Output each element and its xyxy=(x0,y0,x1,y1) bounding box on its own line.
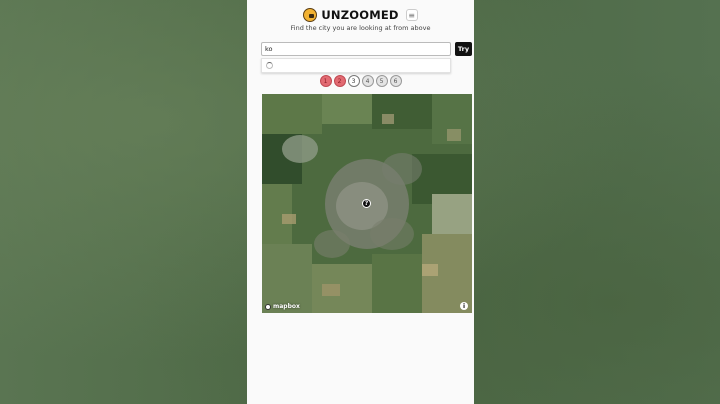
attempt-dot-2: 2 xyxy=(333,75,346,87)
info-icon[interactable]: i xyxy=(460,302,468,310)
attempt-dot-3: 3 xyxy=(347,75,360,87)
attempt-dot-6: 6 xyxy=(389,75,402,87)
attempt-dot-1: 1 xyxy=(319,75,332,87)
guess-form: Try xyxy=(261,42,472,56)
eye-puzzle-icon xyxy=(303,8,318,22)
game-panel: UNZOOMED ≡ Find the city you are looking… xyxy=(247,0,474,404)
hamburger-menu-icon[interactable]: ≡ xyxy=(405,9,418,21)
app-title: UNZOOMED xyxy=(321,8,399,22)
satellite-map[interactable]: ? mapbox i xyxy=(262,94,472,313)
mapbox-label: mapbox xyxy=(273,303,300,310)
city-search-input[interactable] xyxy=(261,42,451,56)
try-button[interactable]: Try xyxy=(455,42,472,56)
mapbox-attribution[interactable]: mapbox xyxy=(265,303,300,310)
mystery-location-marker[interactable]: ? xyxy=(362,199,371,208)
suggestions-dropdown xyxy=(261,58,451,73)
subtitle: Find the city you are looking at from ab… xyxy=(290,24,431,32)
header: UNZOOMED ≡ xyxy=(247,6,474,24)
mapbox-logo-icon xyxy=(265,303,271,310)
loading-spinner-icon xyxy=(266,62,273,69)
attempts-indicator: 123456 xyxy=(247,75,474,88)
attempt-dot-5: 5 xyxy=(375,75,388,87)
attempt-dot-4: 4 xyxy=(361,75,374,87)
